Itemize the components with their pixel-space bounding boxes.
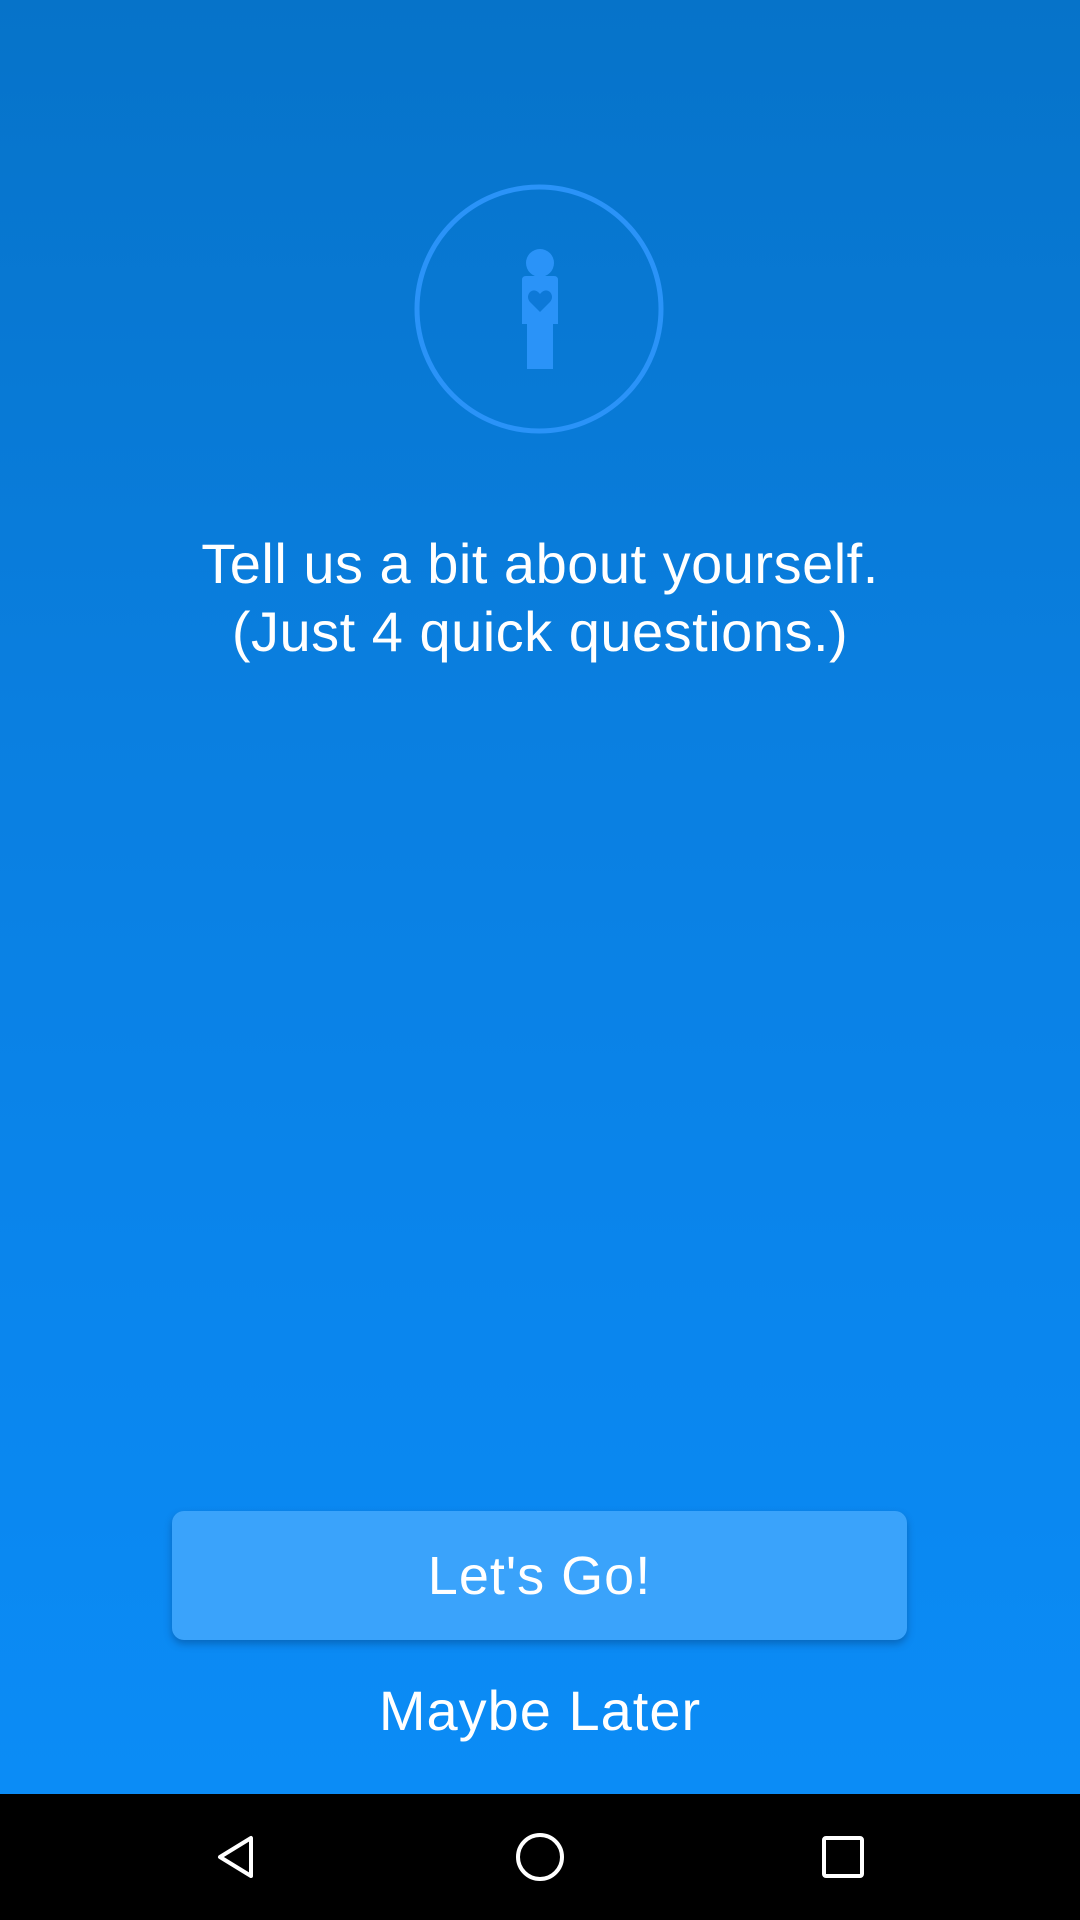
prompt-line-1: Tell us a bit about yourself.	[201, 532, 879, 595]
back-triangle-icon[interactable]	[197, 1817, 277, 1897]
prompt-line-2: (Just 4 quick questions.)	[231, 600, 849, 663]
person-heart-icon	[414, 184, 664, 434]
maybe-later-button[interactable]: Maybe Later	[300, 1670, 780, 1750]
onboarding-prompt: Tell us a bit about yourself. (Just 4 qu…	[60, 530, 1020, 666]
system-navigation-bar	[0, 1794, 1080, 1920]
recent-apps-square-icon[interactable]	[803, 1817, 883, 1897]
home-circle-icon[interactable]	[500, 1817, 580, 1897]
lets-go-button[interactable]: Let's Go!	[172, 1511, 907, 1640]
onboarding-content: Tell us a bit about yourself. (Just 4 qu…	[0, 0, 1080, 1794]
onboarding-screen: Tell us a bit about yourself. (Just 4 qu…	[0, 0, 1080, 1920]
